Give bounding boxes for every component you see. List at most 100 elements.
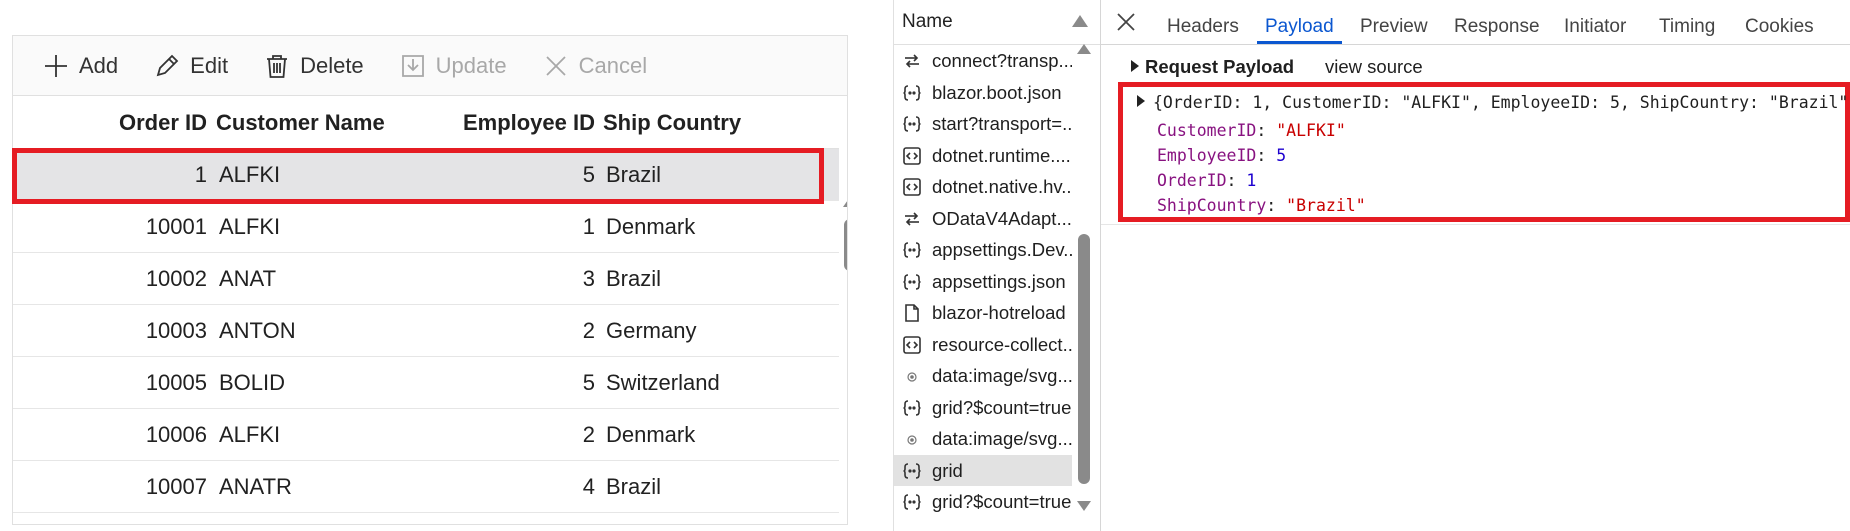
json-icon xyxy=(902,270,922,290)
view-source-link[interactable]: view source xyxy=(1325,56,1423,78)
network-request-item[interactable]: resource-collect... xyxy=(894,329,1072,361)
edit-button[interactable]: Edit xyxy=(154,53,228,79)
request-name: appsettings.json xyxy=(932,270,1066,292)
table-row[interactable]: 10006 ALFKI 2 Denmark xyxy=(13,409,839,461)
payload-property: CustomerID: "ALFKI" xyxy=(1157,121,1346,140)
order-id-cell: 10002 xyxy=(145,266,207,291)
column-header-ship-country[interactable]: Ship Country xyxy=(603,97,741,149)
tab-preview[interactable]: Preview xyxy=(1360,0,1428,44)
network-request-item[interactable]: blazor-hotreload xyxy=(894,297,1072,329)
image-icon xyxy=(902,364,922,384)
update-button[interactable]: Update xyxy=(400,53,507,79)
scroll-up-arrow-icon[interactable] xyxy=(843,197,847,207)
network-request-item[interactable]: dotnet.native.hv... xyxy=(894,171,1072,203)
employee-id-cell: 4 xyxy=(582,474,595,499)
plus-icon xyxy=(45,54,67,77)
order-id-cell: 10001 xyxy=(145,214,207,239)
request-name: data:image/svg... xyxy=(932,365,1072,386)
payload-summary[interactable]: {OrderID: 1, CustomerID: "ALFKI", Employ… xyxy=(1137,93,1850,112)
cancel-button[interactable]: Cancel xyxy=(543,53,647,79)
name-header-label: Name xyxy=(902,11,953,32)
request-list-scrollbar[interactable] xyxy=(1074,44,1094,531)
order-id-cell: 10006 xyxy=(145,422,207,447)
network-request-item[interactable]: data:image/svg... xyxy=(894,423,1072,455)
websocket-icon xyxy=(902,207,922,227)
scroll-thumb[interactable] xyxy=(844,219,847,271)
order-id-cell: 1 xyxy=(194,162,207,187)
order-id-cell: 10007 xyxy=(145,474,207,499)
tab-initiator[interactable]: Initiator xyxy=(1564,0,1626,44)
sort-arrow-icon xyxy=(1072,15,1088,27)
detail-tabs: Headers Payload Preview Response Initiat… xyxy=(1101,0,1850,45)
network-request-item[interactable]: ODataV4Adapt... xyxy=(894,203,1072,235)
column-header-order-id[interactable]: Order ID xyxy=(119,97,207,149)
name-column-header[interactable]: Name xyxy=(894,0,1100,45)
update-label: Update xyxy=(435,52,507,78)
add-button[interactable]: Add xyxy=(43,53,118,79)
scroll-down-arrow-icon[interactable] xyxy=(1077,501,1091,511)
grid-rows: 1 ALFKI 5 Brazil 10001 ALFKI 1 Denmark 1… xyxy=(13,149,839,513)
expand-triangle-icon xyxy=(1131,60,1139,72)
table-row[interactable]: 10007 ANATR 4 Brazil xyxy=(13,461,839,513)
grid-scrollbar[interactable] xyxy=(839,149,847,524)
collapse-triangle-icon xyxy=(1137,95,1145,107)
tab-headers[interactable]: Headers xyxy=(1167,0,1239,44)
request-name: resource-collect... xyxy=(932,333,1072,355)
network-request-item[interactable]: grid?$count=true xyxy=(894,392,1072,424)
json-icon xyxy=(902,112,922,132)
request-items: connect?transp... blazor.boot.json start?t… xyxy=(894,45,1100,518)
table-row[interactable]: 10002 ANAT 3 Brazil xyxy=(13,253,839,305)
table-row[interactable]: 10005 BOLID 5 Switzerland xyxy=(13,357,839,409)
table-row[interactable]: 10001 ALFKI 1 Denmark xyxy=(13,201,839,253)
customer-name-cell: ANATR xyxy=(219,474,292,499)
json-icon xyxy=(902,459,922,479)
request-name: grid xyxy=(932,459,963,481)
script-icon xyxy=(902,175,922,196)
table-row[interactable]: 1 ALFKI 5 Brazil xyxy=(13,149,839,201)
tab-timing[interactable]: Timing xyxy=(1659,0,1715,44)
request-name: dotnet.runtime.... xyxy=(932,144,1071,166)
employee-id-cell: 2 xyxy=(582,318,595,343)
grid-header: Order ID Customer Name Employee ID Ship … xyxy=(13,97,839,149)
request-name: ODataV4Adapt... xyxy=(932,207,1072,229)
customer-name-cell: ANTON xyxy=(219,318,296,343)
ship-country-cell: Denmark xyxy=(606,422,696,447)
script-icon xyxy=(902,333,922,354)
network-request-item[interactable]: grid?$count=true xyxy=(894,486,1072,518)
save-icon xyxy=(401,54,424,77)
edit-label: Edit xyxy=(190,52,229,78)
delete-button[interactable]: Delete xyxy=(264,53,364,79)
network-request-item[interactable]: grid xyxy=(894,454,1072,486)
column-header-employee-id[interactable]: Employee ID xyxy=(463,97,595,149)
order-id-cell: 10005 xyxy=(145,370,207,395)
property-key: ShipCountry xyxy=(1157,196,1267,215)
property-value: 5 xyxy=(1276,146,1287,165)
close-icon[interactable] xyxy=(1115,11,1137,33)
network-request-item[interactable]: appsettings.Dev... xyxy=(894,234,1072,266)
scroll-thumb[interactable] xyxy=(1078,234,1090,484)
table-row[interactable]: 10003 ANTON 2 Germany xyxy=(13,305,839,357)
order-id-cell: 10003 xyxy=(145,318,207,343)
network-request-item[interactable]: appsettings.json xyxy=(894,266,1072,298)
customer-name-cell: BOLID xyxy=(219,370,286,395)
scroll-up-arrow-icon[interactable] xyxy=(1077,44,1091,54)
network-request-item[interactable]: dotnet.runtime.... xyxy=(894,140,1072,172)
request-payload-section[interactable]: Request Payload xyxy=(1131,56,1294,78)
network-request-list: Name connect?transp... blazor.boot.json st… xyxy=(894,0,1101,531)
network-request-item[interactable]: blazor.boot.json xyxy=(894,77,1072,109)
data-grid: Add Edit Delete Update Cancel Order ID C… xyxy=(12,35,848,525)
json-icon xyxy=(902,81,922,101)
tab-response[interactable]: Response xyxy=(1454,0,1540,44)
trash-icon xyxy=(267,54,288,78)
ship-country-cell: Switzerland xyxy=(606,370,720,395)
network-request-item[interactable]: connect?transp... xyxy=(894,45,1072,77)
network-request-item[interactable]: data:image/svg... xyxy=(894,360,1072,392)
tab-payload[interactable]: Payload xyxy=(1257,0,1342,44)
column-header-customer-name[interactable]: Customer Name xyxy=(216,97,385,149)
ship-country-cell: Brazil xyxy=(606,162,662,187)
property-value: "ALFKI" xyxy=(1276,121,1346,140)
grid-toolbar: Add Edit Delete Update Cancel xyxy=(13,36,847,96)
tab-cookies[interactable]: Cookies xyxy=(1745,0,1814,44)
network-request-item[interactable]: start?transport=... xyxy=(894,108,1072,140)
pencil-icon xyxy=(156,54,179,76)
